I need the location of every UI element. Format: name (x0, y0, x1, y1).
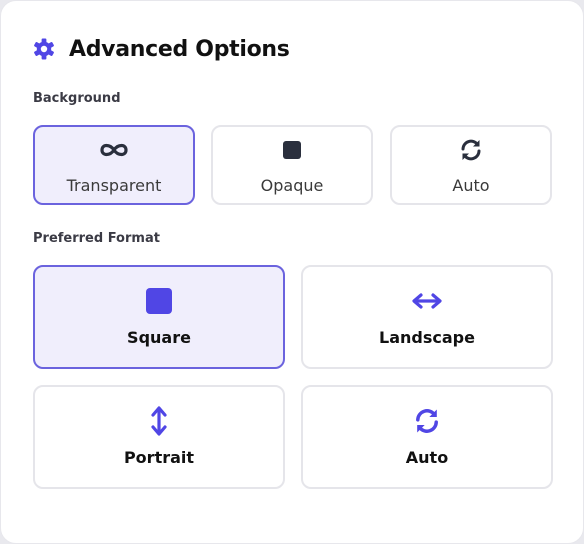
panel-title: Advanced Options (69, 36, 290, 62)
format-option-landscape[interactable]: Landscape (301, 265, 553, 369)
background-section-label: Background (33, 91, 121, 106)
background-option-opaque[interactable]: Opaque (211, 125, 373, 205)
refresh-icon (461, 139, 481, 161)
vertical-arrows-icon (151, 406, 167, 436)
panel-header: Advanced Options (32, 35, 290, 63)
horizontal-arrows-icon (412, 293, 442, 309)
option-label: Square (127, 328, 191, 347)
background-option-transparent[interactable]: Transparent (33, 125, 195, 205)
advanced-options-panel: Advanced Options Background Transparent … (0, 0, 584, 544)
option-label: Portrait (123, 448, 195, 467)
option-label: Transparent (66, 176, 162, 195)
refresh-icon (416, 409, 438, 433)
gear-icon (34, 38, 54, 60)
format-option-portrait[interactable]: Portrait (33, 385, 285, 489)
option-label: Opaque (260, 176, 324, 195)
option-label: Auto (405, 448, 449, 467)
background-option-auto[interactable]: Auto (390, 125, 552, 205)
format-option-auto[interactable]: Auto (301, 385, 553, 489)
square-icon (146, 288, 172, 314)
format-option-square[interactable]: Square (33, 265, 285, 369)
infinity-icon (100, 143, 128, 157)
format-section-label: Preferred Format (33, 231, 160, 246)
square-icon (283, 141, 301, 159)
option-label: Auto (452, 176, 490, 195)
option-label: Landscape (379, 328, 475, 347)
